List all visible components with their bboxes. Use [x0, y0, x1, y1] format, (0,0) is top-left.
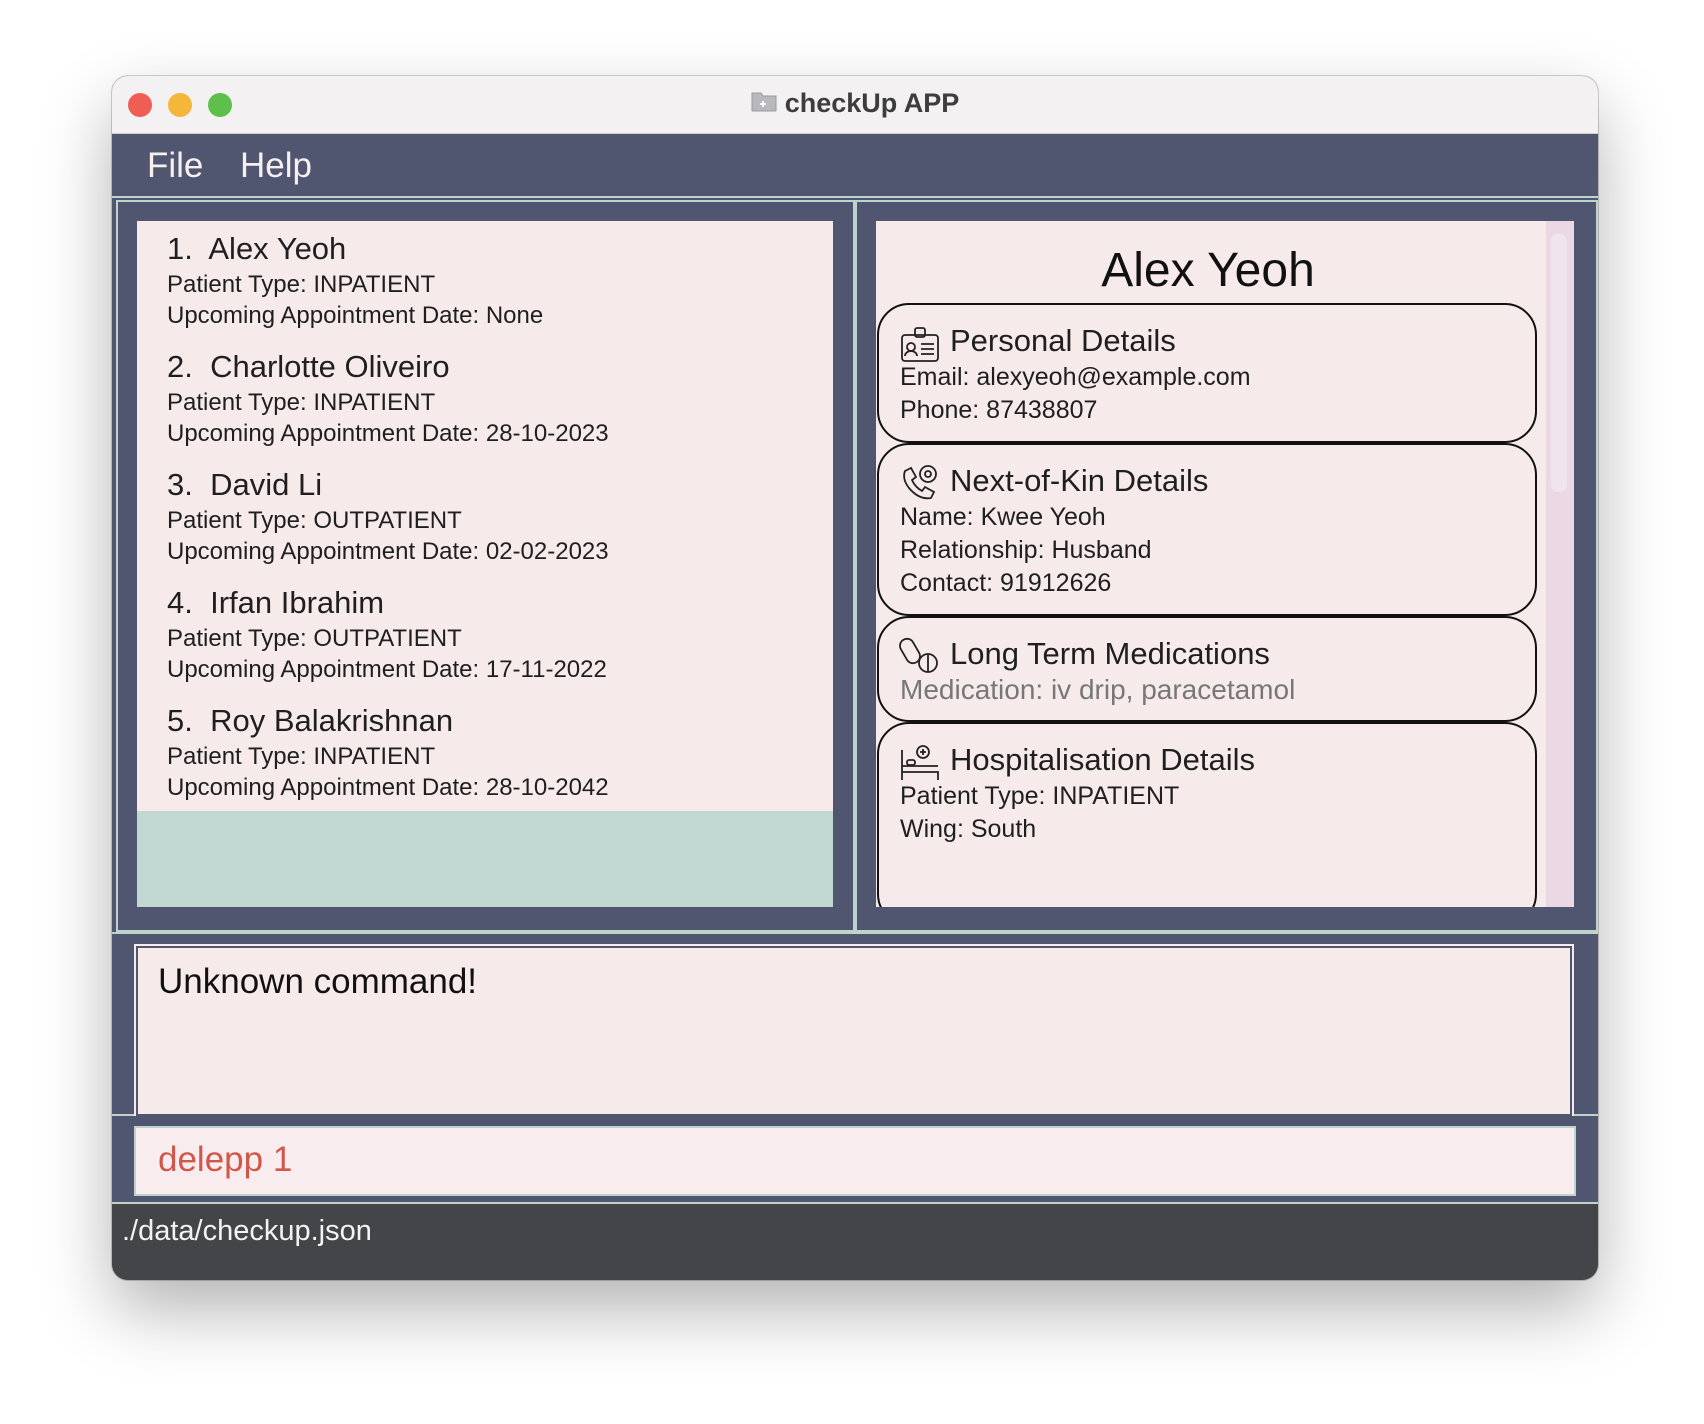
kin-contact: Contact: 91912626 [900, 569, 1112, 597]
details-scrollbar-thumb[interactable] [1551, 234, 1567, 492]
patient-type: Patient Type: OUTPATIENT [167, 507, 462, 534]
patient-list-container: 1. Alex Yeoh Patient Type: INPATIENT Upc… [116, 200, 855, 932]
patient-type: Patient Type: INPATIENT [167, 271, 436, 298]
menu-file[interactable]: File [147, 146, 203, 186]
next-of-kin-title: Next-of-Kin Details [950, 463, 1209, 498]
kin-name: Name: Kwee Yeoh [900, 503, 1106, 531]
personal-details-title: Personal Details [950, 323, 1176, 358]
hospital-bed-icon [899, 742, 941, 784]
phone-contact-icon [899, 463, 941, 505]
patient-name: 3. David Li [167, 467, 323, 502]
command-box-container: delepp 1 [112, 1116, 1598, 1204]
folder-icon [751, 90, 777, 117]
patient-card[interactable]: 3. David Li Patient Type: OUTPATIENT Upc… [137, 457, 833, 575]
patient-appointment: Upcoming Appointment Date: 17-11-2022 [167, 656, 607, 683]
patient-type: Patient Type: INPATIENT [167, 743, 436, 770]
detail-patient-name: Alex Yeoh [1101, 244, 1315, 297]
patient-appointment: Upcoming Appointment Date: None [167, 302, 544, 329]
save-file-path: ./data/checkup.json [122, 1215, 372, 1247]
command-input-text[interactable]: delepp 1 [158, 1140, 292, 1180]
patient-appointment: Upcoming Appointment Date: 28-10-2023 [167, 420, 609, 447]
menu-help[interactable]: Help [240, 146, 312, 186]
result-message: Unknown command! [158, 962, 478, 1001]
patient-card[interactable]: 4. Irfan Ibrahim Patient Type: OUTPATIEN… [137, 575, 833, 693]
pills-icon [899, 634, 941, 676]
hospitalisation-patient-type: Patient Type: INPATIENT [900, 782, 1180, 810]
patient-name: 4. Irfan Ibrahim [167, 585, 385, 620]
long-term-medications-section: Long Term Medications Medication: iv dri… [877, 616, 1537, 722]
personal-phone: Phone: 87438807 [900, 396, 1098, 424]
patient-list[interactable]: 1. Alex Yeoh Patient Type: INPATIENT Upc… [137, 221, 833, 907]
app-window: checkUp APP File Help 1. Alex Yeoh Patie… [112, 76, 1598, 1280]
result-display: Unknown command! [134, 944, 1574, 1118]
patient-name: 5. Roy Balakrishnan [167, 703, 454, 738]
status-bar: ./data/checkup.json [112, 1204, 1598, 1280]
patient-appointment: Upcoming Appointment Date: 28-10-2042 [167, 774, 609, 801]
window-title: checkUp APP [784, 88, 960, 118]
personal-details-section: Personal Details Email: alexyeoh@example… [877, 303, 1537, 443]
details-scrollbar[interactable] [1546, 221, 1574, 907]
patient-name: 1. Alex Yeoh [167, 231, 347, 266]
patient-appointment: Upcoming Appointment Date: 02-02-2023 [167, 538, 609, 565]
personal-email: Email: alexyeoh@example.com [900, 363, 1251, 391]
patient-card[interactable]: 5. Roy Balakrishnan Patient Type: INPATI… [137, 693, 833, 811]
patient-card[interactable]: 1. Alex Yeoh Patient Type: INPATIENT Upc… [137, 221, 833, 339]
patient-details-container: Alex Yeoh Personal Details Email: alexye… [855, 200, 1598, 932]
next-of-kin-section: Next-of-Kin Details Name: Kwee Yeoh Rela… [877, 443, 1537, 616]
medication-list: Medication: iv drip, paracetamol [900, 674, 1296, 705]
kin-relationship: Relationship: Husband [900, 536, 1152, 564]
patient-type: Patient Type: INPATIENT [167, 389, 436, 416]
patient-name: 2. Charlotte Oliveiro [167, 349, 450, 384]
hospitalisation-title: Hospitalisation Details [950, 742, 1255, 777]
id-badge-icon [899, 323, 941, 365]
hospitalisation-section: Hospitalisation Details Patient Type: IN… [877, 722, 1537, 907]
medications-title: Long Term Medications [950, 636, 1270, 671]
patient-details-panel[interactable]: Alex Yeoh Personal Details Email: alexye… [876, 221, 1574, 907]
command-input[interactable]: delepp 1 [134, 1126, 1576, 1196]
result-display-container: Unknown command! [112, 932, 1598, 1118]
patient-card[interactable]: 2. Charlotte Oliveiro Patient Type: INPA… [137, 339, 833, 457]
menu-bar: File Help [112, 134, 1598, 198]
title-bar: checkUp APP [112, 76, 1598, 134]
patient-type: Patient Type: OUTPATIENT [167, 625, 462, 652]
hospitalisation-wing: Wing: South [900, 815, 1037, 843]
